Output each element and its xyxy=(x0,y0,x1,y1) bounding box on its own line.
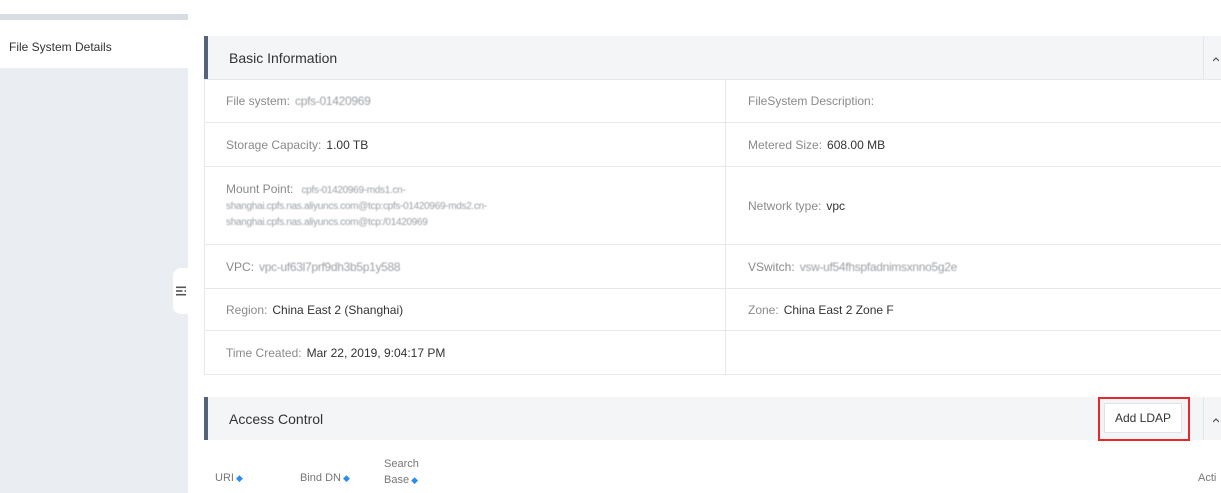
zone-cell: Zone: China East 2 Zone F xyxy=(725,289,1221,330)
sort-icon: ◆ xyxy=(411,475,418,485)
network-type-cell: Network type: vpc xyxy=(725,167,1221,244)
menu-collapse-icon xyxy=(176,286,186,296)
storage-capacity-value: 1.00 TB xyxy=(326,137,369,152)
access-control-toggle[interactable] xyxy=(1203,397,1221,440)
vpc-cell: VPC: vpc-uf63l7prf9dh3b5p1y588 xyxy=(204,245,725,288)
empty-cell xyxy=(725,331,1221,374)
sort-icon: ◆ xyxy=(342,473,350,483)
column-search-base-line1: Search xyxy=(384,458,419,470)
info-row: VPC: vpc-uf63l7prf9dh3b5p1y588 VSwitch: … xyxy=(204,245,1221,289)
file-system-cell: File system: cpfs-01420969 xyxy=(204,80,725,122)
zone-value: China East 2 Zone F xyxy=(783,302,894,317)
column-uri-label: URI xyxy=(215,472,234,484)
basic-info-title: Basic Information xyxy=(229,50,338,66)
vpc-value: vpc-uf63l7prf9dh3b5p1y588 xyxy=(259,259,401,274)
metered-size-cell: Metered Size: 608.00 MB xyxy=(725,123,1221,166)
info-row: Mount Point: cpfs-01420969-mds1.cn- shan… xyxy=(204,167,1221,245)
sidebar: File System Details xyxy=(0,14,188,493)
access-control-header: Access Control Add LDAP xyxy=(204,397,1221,441)
main-content: Basic Information File system: cpfs-0142… xyxy=(204,0,1221,493)
vpc-label: VPC: xyxy=(226,259,255,274)
mount-point-cell: Mount Point: cpfs-01420969-mds1.cn- shan… xyxy=(204,167,725,244)
mount-point-line2: shanghai.cpfs.nas.aliyuncs.com@tcp:cpfs-… xyxy=(226,200,487,212)
mount-point-label: Mount Point: xyxy=(226,181,294,196)
vswitch-cell: VSwitch: vsw-uf54fhspfadnimsxnno5g2e xyxy=(725,245,1221,288)
column-bind-dn-label: Bind DN xyxy=(300,472,341,484)
column-actions: Acti xyxy=(1198,472,1217,484)
add-ldap-button[interactable]: Add LDAP xyxy=(1104,403,1182,433)
info-row: File system: cpfs-01420969 FileSystem De… xyxy=(204,80,1221,123)
time-created-value: Mar 22, 2019, 9:04:17 PM xyxy=(306,345,446,360)
column-bind-dn[interactable]: Bind DN ◆ xyxy=(300,472,350,484)
sidebar-collapse-handle[interactable] xyxy=(173,268,189,314)
basic-info-header: Basic Information xyxy=(204,36,1221,79)
column-search-base[interactable]: Search Base ◆ xyxy=(384,456,419,488)
vswitch-value: vsw-uf54fhspfadnimsxnno5g2e xyxy=(799,259,958,274)
storage-capacity-cell: Storage Capacity: 1.00 TB xyxy=(204,123,725,166)
time-created-cell: Time Created: Mar 22, 2019, 9:04:17 PM xyxy=(204,331,725,374)
region-value: China East 2 (Shanghai) xyxy=(272,302,404,317)
column-search-base-line2: Base xyxy=(384,474,410,486)
chevron-up-icon xyxy=(1212,412,1220,426)
storage-capacity-label: Storage Capacity: xyxy=(226,137,322,152)
column-uri[interactable]: URI ◆ xyxy=(215,472,243,484)
mount-point-block: Mount Point: cpfs-01420969-mds1.cn- shan… xyxy=(226,181,487,231)
mount-point-line1: cpfs-01420969-mds1.cn- xyxy=(301,184,406,196)
vswitch-label: VSwitch: xyxy=(748,259,795,274)
file-system-value: cpfs-01420969 xyxy=(295,94,371,108)
network-type-value: vpc xyxy=(826,198,846,213)
zone-label: Zone: xyxy=(748,302,779,317)
access-control-title: Access Control xyxy=(229,411,324,427)
info-row: Storage Capacity: 1.00 TB Metered Size: … xyxy=(204,123,1221,167)
basic-info-table: File system: cpfs-01420969 FileSystem De… xyxy=(204,79,1221,375)
sidebar-item-label: File System Details xyxy=(9,40,112,54)
access-control-table-header: URI ◆ Bind DN ◆ Search Base ◆ Acti xyxy=(204,442,1221,493)
time-created-label: Time Created: xyxy=(226,345,302,360)
sort-icon: ◆ xyxy=(235,473,243,483)
file-system-label: File system: xyxy=(226,94,291,108)
region-cell: Region: China East 2 (Shanghai) xyxy=(204,289,725,330)
sidebar-item-file-system-details[interactable]: File System Details xyxy=(0,20,188,68)
basic-info-toggle[interactable] xyxy=(1203,36,1221,79)
region-label: Region: xyxy=(226,302,268,317)
metered-size-value: 608.00 MB xyxy=(827,137,886,152)
description-cell: FileSystem Description: xyxy=(725,80,1221,122)
chevron-up-icon xyxy=(1212,51,1220,65)
mount-point-line3: shanghai.cpfs.nas.aliyuncs.com@tcp:/0142… xyxy=(226,216,428,228)
info-row: Time Created: Mar 22, 2019, 9:04:17 PM xyxy=(204,331,1221,375)
description-label: FileSystem Description: xyxy=(748,94,875,108)
info-row: Region: China East 2 (Shanghai) Zone: Ch… xyxy=(204,289,1221,331)
metered-size-label: Metered Size: xyxy=(748,137,823,152)
network-type-label: Network type: xyxy=(748,198,822,213)
